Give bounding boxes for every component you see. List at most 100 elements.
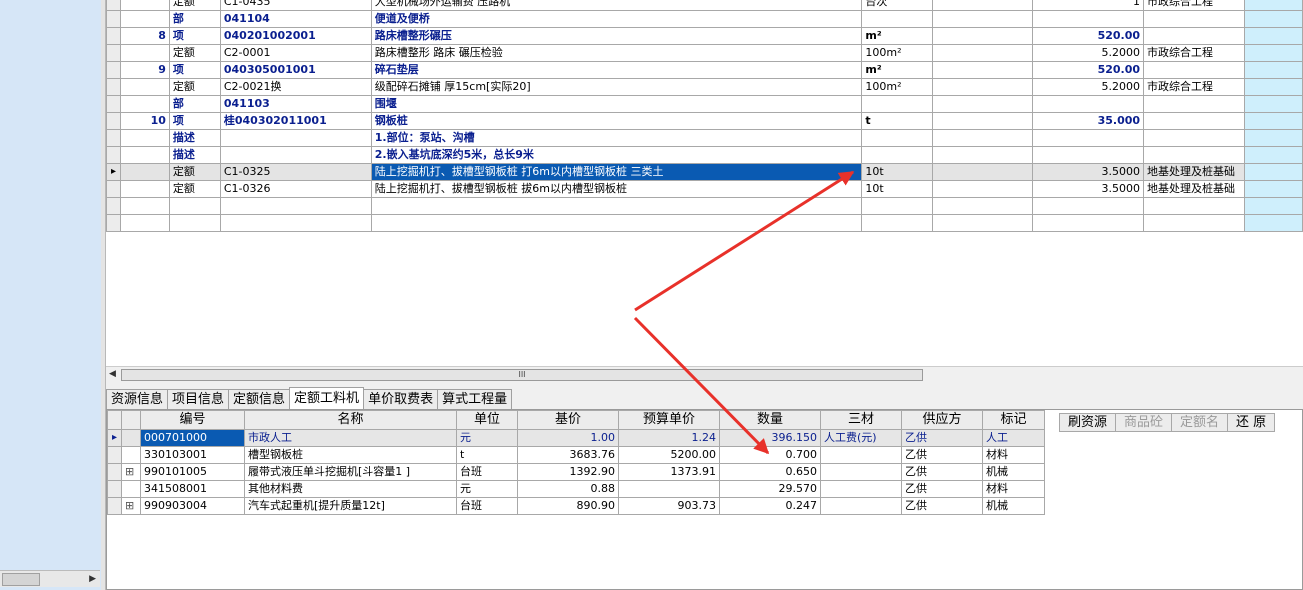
row-spacer[interactable] — [932, 180, 1034, 198]
row-extra[interactable] — [1244, 129, 1303, 147]
resource-unit[interactable]: t — [456, 446, 518, 464]
row-spacer[interactable] — [932, 27, 1034, 45]
resource-mark[interactable]: 机械 — [982, 463, 1045, 481]
resource-unit[interactable]: 台班 — [456, 463, 518, 481]
row-unit[interactable]: 100m² — [861, 44, 934, 62]
row-extra[interactable] — [1244, 112, 1303, 130]
row-extra[interactable] — [1244, 0, 1303, 11]
row-name[interactable]: 2.嵌入基坑底深约5米，总长9米 — [370, 146, 863, 164]
table-row[interactable]: ▸ 定额 C1-0325 陆上挖掘机打、拔槽型钢板桩 打6m以内槽型钢板桩 三类土 10… — [106, 163, 1303, 181]
empty-cell[interactable] — [119, 197, 170, 215]
row-spacer[interactable] — [932, 146, 1034, 164]
row-name[interactable]: 级配碎石摊铺 厚15cm[实际20] — [370, 78, 863, 96]
table-row[interactable]: 定额 C2-0021换 级配碎石摊铺 厚15cm[实际20] 100m² 5.2000 市… — [106, 78, 1303, 96]
resource-code[interactable]: 990903004 — [140, 497, 245, 515]
row-name[interactable]: 陆上挖掘机打、拔槽型钢板桩 打6m以内槽型钢板桩 三类土 — [370, 163, 863, 181]
row-code[interactable]: C1-0325 — [219, 163, 372, 181]
side-button-2[interactable]: 定额名 — [1171, 413, 1229, 432]
row-unit[interactable] — [861, 95, 934, 113]
resource-unit[interactable]: 元 — [456, 429, 518, 447]
row-category[interactable] — [1143, 129, 1246, 147]
table-row[interactable]: 10 项桂040302011001 钢板桩 t 35.000 — [106, 112, 1303, 130]
col-header-quantity[interactable]: 数量 — [719, 410, 821, 430]
col-header-materials[interactable]: 三材 — [820, 410, 902, 430]
resource-supplier[interactable]: 乙供 — [901, 497, 983, 515]
left-tree-panel[interactable] — [0, 0, 102, 590]
row-pointer-icon[interactable] — [106, 146, 121, 164]
row-number[interactable] — [119, 146, 170, 164]
side-button-0[interactable]: 刷资源 — [1059, 413, 1117, 432]
resource-base-price[interactable]: 1.00 — [517, 429, 619, 447]
row-category[interactable]: 地基处理及桩基础 — [1143, 163, 1246, 181]
row-quantity[interactable]: 520.00 — [1032, 61, 1145, 79]
row-name[interactable]: 路床槽整形碾压 — [370, 27, 863, 45]
row-pointer-icon[interactable] — [106, 44, 121, 62]
resource-name[interactable]: 市政人工 — [244, 429, 457, 447]
empty-cell[interactable] — [370, 214, 863, 232]
row-unit[interactable]: 10t — [861, 180, 934, 198]
row-unit[interactable] — [861, 129, 934, 147]
row-category[interactable]: 市政综合工程 — [1143, 0, 1246, 11]
row-name[interactable]: 陆上挖掘机打、拔槽型钢板桩 拔6m以内槽型钢板桩 — [370, 180, 863, 198]
empty-cell[interactable] — [1244, 197, 1303, 215]
row-type[interactable]: 部 — [168, 10, 221, 28]
row-name[interactable]: 路床槽整形 路床 碾压检验 — [370, 44, 863, 62]
col-header-code[interactable]: 编号 — [140, 410, 245, 430]
resource-quantity[interactable]: 0.650 — [719, 463, 821, 481]
row-extra[interactable] — [1244, 146, 1303, 164]
tab-0[interactable]: 资源信息 — [106, 389, 169, 411]
empty-row[interactable] — [106, 214, 1303, 232]
row-name[interactable]: 1.部位：泵站、沟槽 — [370, 129, 863, 147]
resource-mark[interactable]: 人工 — [982, 429, 1045, 447]
resource-code[interactable]: 330103001 — [140, 446, 245, 464]
row-extra[interactable] — [1244, 180, 1303, 198]
row-category[interactable] — [1143, 10, 1246, 28]
row-type[interactable]: 项 — [168, 27, 221, 45]
col-header-base-price[interactable]: 基价 — [517, 410, 619, 430]
row-spacer[interactable] — [932, 10, 1034, 28]
row-quantity[interactable] — [1032, 95, 1145, 113]
resource-mark[interactable]: 材料 — [982, 480, 1045, 498]
table-row[interactable]: 341508001 其他材料费元 0.88 29.570 乙供 材料 — [107, 480, 1045, 498]
table-row[interactable]: ⊞ 990903004 汽车式起重机[提升质量12t] 台班 890.90 903.73 0… — [107, 497, 1045, 515]
row-number[interactable] — [119, 95, 170, 113]
table-row[interactable]: 9 项 040305001001 碎石垫层 m² 520.00 — [106, 61, 1303, 79]
grid-hscroll[interactable]: ◀ III — [106, 366, 1303, 382]
row-quantity[interactable]: 35.000 — [1032, 112, 1145, 130]
row-code[interactable]: 040201002001 — [219, 27, 372, 45]
col-header-budget-price[interactable]: 预算单价 — [618, 410, 720, 430]
row-pointer-icon[interactable] — [106, 0, 121, 11]
row-unit[interactable] — [861, 146, 934, 164]
row-spacer[interactable] — [932, 163, 1034, 181]
row-code[interactable]: C2-0001 — [219, 44, 372, 62]
row-spacer[interactable] — [932, 129, 1034, 147]
row-unit[interactable]: 台次 — [861, 0, 934, 11]
resource-quantity[interactable]: 0.247 — [719, 497, 821, 515]
resource-materials[interactable]: 人工费(元) — [820, 429, 902, 447]
resource-budget-price[interactable]: 1373.91 — [618, 463, 720, 481]
row-pointer-icon[interactable] — [106, 95, 121, 113]
empty-cell[interactable] — [106, 214, 121, 232]
row-extra[interactable] — [1244, 163, 1303, 181]
empty-cell[interactable] — [219, 197, 372, 215]
row-code[interactable]: C1-0326 — [219, 180, 372, 198]
row-number[interactable] — [119, 129, 170, 147]
table-row[interactable]: 描述 2.嵌入基坑底深约5米，总长9米 — [106, 146, 1303, 164]
row-pointer-icon[interactable] — [107, 497, 122, 515]
left-panel-hscroll[interactable]: ▶ — [0, 570, 100, 587]
row-name[interactable]: 围堰 — [370, 95, 863, 113]
empty-cell[interactable] — [1244, 214, 1303, 232]
resource-mark[interactable]: 机械 — [982, 497, 1045, 515]
col-header-unit[interactable]: 单位 — [456, 410, 518, 430]
table-row[interactable]: 8 项 040201002001 路床槽整形碾压 m² 520.00 — [106, 27, 1303, 45]
row-category[interactable]: 市政综合工程 — [1143, 44, 1246, 62]
row-number[interactable] — [119, 44, 170, 62]
left-scroll-thumb[interactable] — [2, 573, 40, 586]
resource-code[interactable]: 000701000 — [140, 429, 245, 447]
table-row[interactable]: 330103001 槽型钢板桩 t 3683.76 5200.00 0.700 乙供 材料 — [107, 446, 1045, 464]
row-type[interactable]: 定额 — [168, 0, 221, 11]
resource-budget-price[interactable]: 1.24 — [618, 429, 720, 447]
resource-materials[interactable] — [820, 480, 902, 498]
resource-name[interactable]: 其他材料费 — [244, 480, 457, 498]
empty-cell[interactable] — [168, 197, 221, 215]
